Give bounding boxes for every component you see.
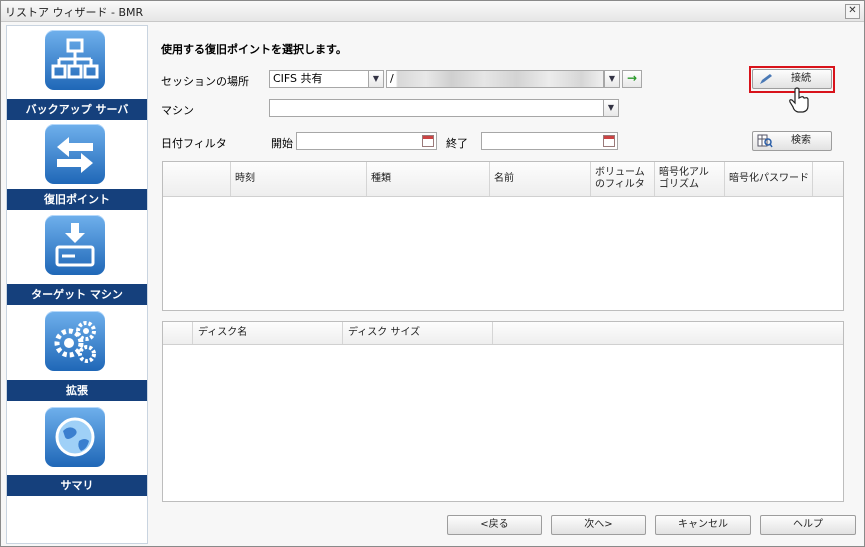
session-path-field[interactable]: /	[386, 70, 604, 88]
column-header-select[interactable]	[163, 162, 231, 196]
session-location-label: セッションの場所	[161, 75, 249, 88]
column-header-volume-filter[interactable]: ボリューム のフィルタ	[591, 162, 655, 196]
network-icon[interactable]	[45, 30, 105, 90]
hand-cursor-icon	[788, 87, 810, 113]
session-type-select[interactable]: CIFS 共有	[269, 70, 369, 88]
close-button[interactable]: ✕	[845, 4, 860, 19]
end-date-label: 終了	[446, 137, 468, 150]
column-header-type[interactable]: 種類	[367, 162, 490, 196]
start-date-label: 開始	[271, 137, 293, 150]
next-button[interactable]: 次へ>	[551, 515, 646, 535]
column-header-encryption-password[interactable]: 暗号化パスワード	[725, 162, 813, 196]
column-header-name[interactable]: 名前	[490, 162, 591, 196]
wizard-sidebar: バックアップ サーバ 復旧ポイント ターゲット マシン 拡張 サマリ	[6, 25, 148, 544]
column-header-disk-extra[interactable]	[493, 322, 843, 344]
column-header-disk-select[interactable]	[163, 322, 193, 344]
start-date-field[interactable]	[296, 132, 437, 150]
drive-download-icon[interactable]	[45, 215, 105, 275]
recovery-table-header: 時刻 種類 名前 ボリューム のフィルタ 暗号化アル ゴリズム 暗号化パスワード	[163, 162, 843, 197]
title-bar: リストア ウィザード - BMR ✕	[1, 1, 864, 22]
end-date-field[interactable]	[481, 132, 618, 150]
help-button[interactable]: ヘルプ	[760, 515, 856, 535]
search-grid-icon	[757, 134, 773, 148]
column-header-encryption-algorithm[interactable]: 暗号化アル ゴリズム	[655, 162, 725, 196]
restore-wizard-window: リストア ウィザード - BMR ✕ バックアップ サーバ 復旧ポイント ターゲ…	[0, 0, 865, 547]
calendar-icon[interactable]	[603, 135, 615, 147]
sidebar-item-summary[interactable]: サマリ	[7, 475, 147, 496]
column-header-disk-size[interactable]: ディスク サイズ	[343, 322, 493, 344]
date-filter-label: 日付フィルタ	[161, 137, 227, 150]
disk-table-header: ディスク名 ディスク サイズ	[163, 322, 843, 345]
chevron-down-icon[interactable]: ▼	[604, 70, 620, 88]
back-button[interactable]: <戻る	[447, 515, 542, 535]
cancel-button[interactable]: キャンセル	[655, 515, 751, 535]
sidebar-item-advanced[interactable]: 拡張	[7, 380, 147, 401]
sidebar-item-backup-server[interactable]: バックアップ サーバ	[7, 99, 147, 120]
globe-icon[interactable]	[45, 407, 105, 467]
window-title: リストア ウィザード - BMR	[5, 6, 144, 19]
search-label: 検索	[791, 135, 811, 146]
column-header-disk-name[interactable]: ディスク名	[193, 322, 343, 344]
machine-label: マシン	[161, 104, 194, 117]
sidebar-item-target-machine[interactable]: ターゲット マシン	[7, 284, 147, 305]
search-button[interactable]: 検索	[752, 131, 832, 151]
chevron-down-icon[interactable]: ▼	[603, 99, 619, 117]
column-header-time[interactable]: 時刻	[231, 162, 367, 196]
page-heading: 使用する復旧ポイントを選択します。	[161, 43, 347, 56]
gears-icon[interactable]	[45, 311, 105, 371]
sidebar-item-recovery-point[interactable]: 復旧ポイント	[7, 189, 147, 210]
arrows-icon[interactable]	[45, 124, 105, 184]
disk-table[interactable]: ディスク名 ディスク サイズ	[162, 321, 844, 502]
main-panel: 使用する復旧ポイントを選択します。 セッションの場所 CIFS 共有 ▼ / ▼…	[148, 25, 861, 542]
chevron-down-icon[interactable]: ▼	[368, 70, 384, 88]
calendar-icon[interactable]	[422, 135, 434, 147]
recovery-point-table[interactable]: 時刻 種類 名前 ボリューム のフィルタ 暗号化アル ゴリズム 暗号化パスワード	[162, 161, 844, 311]
machine-select[interactable]	[269, 99, 604, 117]
go-arrow-button[interactable]: →	[622, 70, 642, 88]
